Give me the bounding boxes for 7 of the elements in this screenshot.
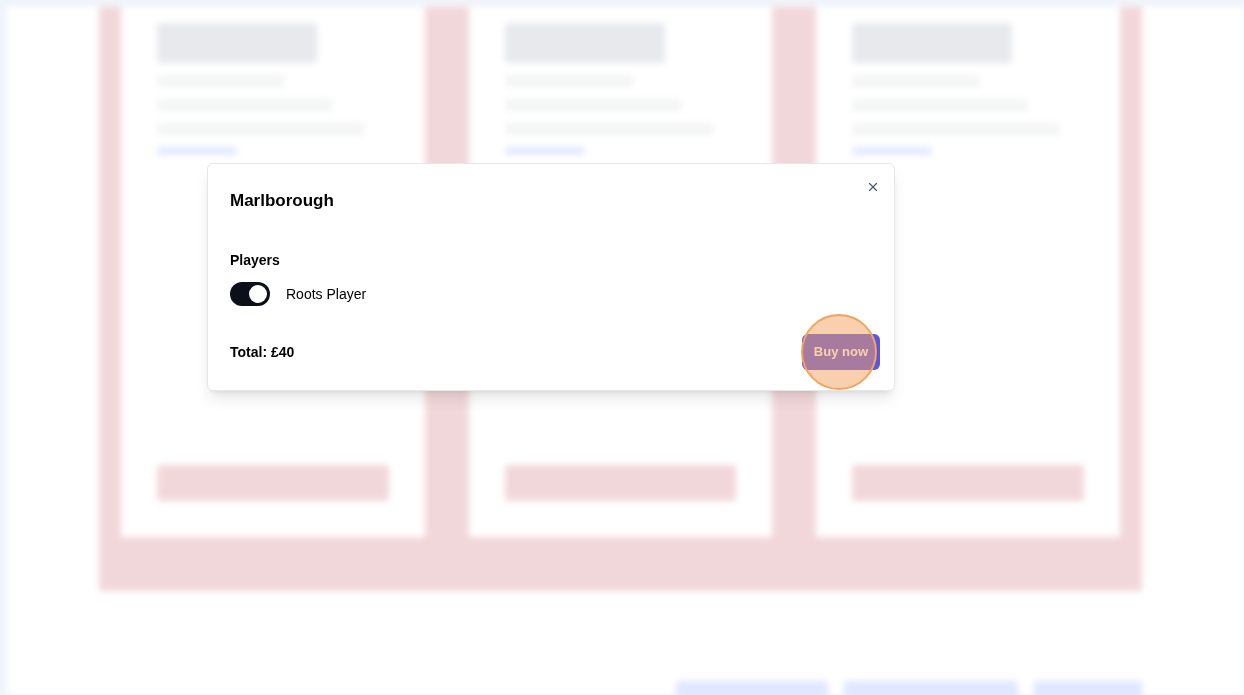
total-price: Total: £40 (230, 342, 295, 362)
buy-now-button[interactable]: Buy now (801, 333, 880, 370)
dialog-title: Marlborough (230, 190, 334, 212)
toggle-switch[interactable] (230, 281, 270, 306)
close-icon[interactable] (866, 180, 880, 194)
player-label: Roots Player (286, 284, 367, 304)
section-label: Players (230, 250, 281, 270)
